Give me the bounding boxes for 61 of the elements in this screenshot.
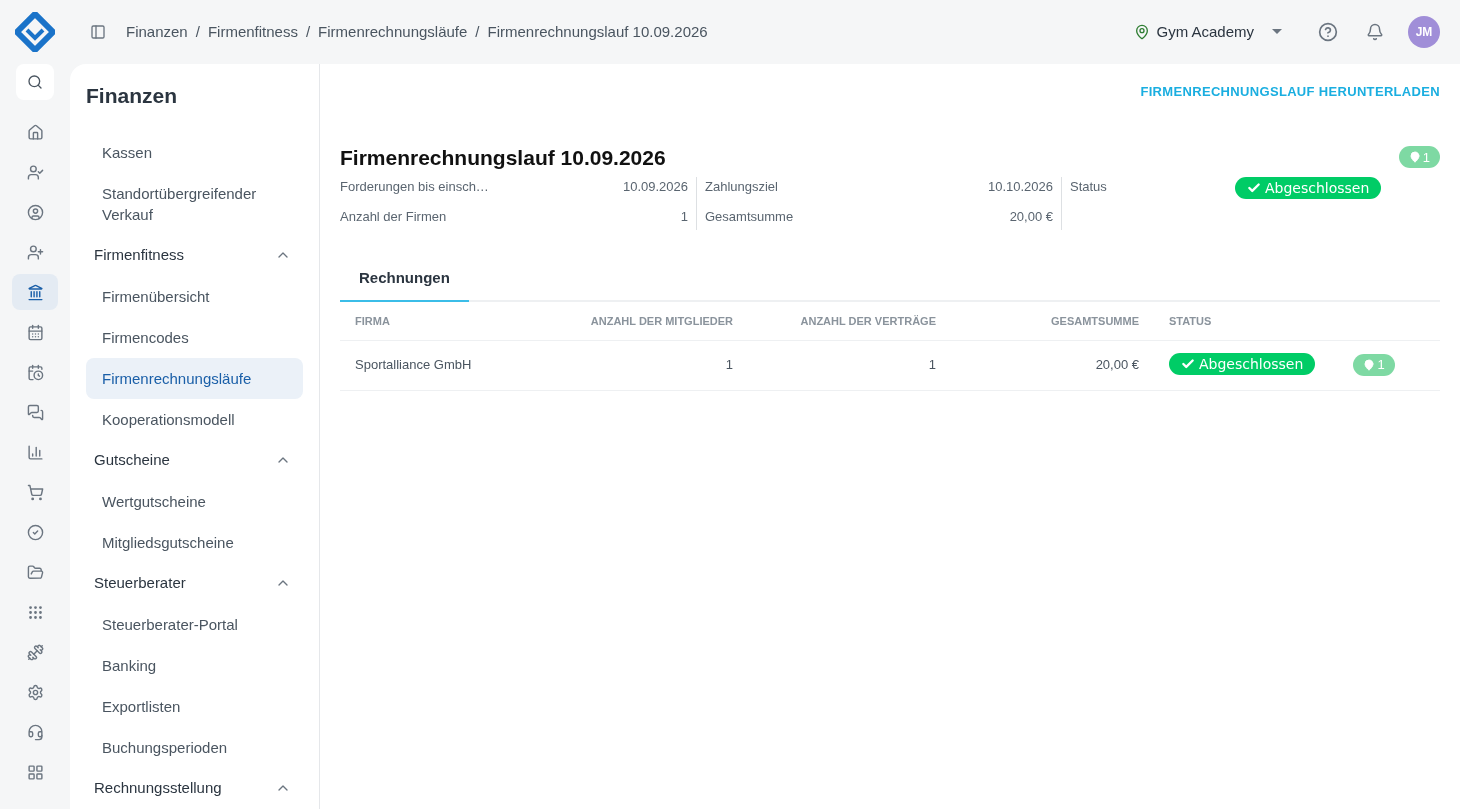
- table-cell: 1: [540, 340, 733, 390]
- column-header: STATUS: [1139, 302, 1354, 340]
- sidebar-link[interactable]: Mitgliedsgutscheine: [86, 521, 303, 563]
- status-badge: Abgeschlossen: [1169, 353, 1316, 376]
- breadcrumb-link[interactable]: Firmenfitness: [207, 20, 298, 44]
- caret-icon: [1272, 29, 1282, 35]
- detail-label: Status: [1070, 178, 1108, 196]
- detail-label: Forderungen bis einsch…: [340, 178, 489, 196]
- pin-icon: [1408, 151, 1421, 164]
- sidebar-title: Finanzen: [86, 83, 178, 109]
- breadcrumb-link[interactable]: Firmenrechnungsläufe: [318, 20, 468, 44]
- sidebar-link[interactable]: Exportlisten: [86, 685, 303, 727]
- sidebar-group-header[interactable]: Gutscheine: [86, 439, 303, 481]
- sidebar-link[interactable]: Firmenübersicht: [86, 275, 303, 317]
- location-selector[interactable]: Gym Academy: [1134, 20, 1282, 44]
- search-icon: [27, 74, 43, 90]
- breadcrumb-separator: /: [305, 21, 311, 42]
- sidebar-link[interactable]: Standortübergreifender Verkauf: [86, 172, 303, 235]
- sidebar-link[interactable]: Wertgutscheine: [86, 480, 303, 522]
- column-header: ANZAHL DER VERTRÄGE: [733, 302, 936, 340]
- sidebar-toggle-icon[interactable]: [90, 24, 106, 40]
- pin-icon: [1134, 24, 1151, 40]
- detail-value: 1: [680, 207, 688, 226]
- column-header: ANZAHL DER MITGLIEDER: [540, 302, 733, 340]
- detail-label: Gesamtsumme: [705, 207, 794, 226]
- help-icon[interactable]: [1318, 22, 1338, 42]
- detail-label: Anzahl der Firmen: [340, 207, 447, 226]
- sidebar-group-header[interactable]: Steuerberater: [86, 562, 303, 604]
- detail-value: 20,00 €: [1009, 207, 1053, 226]
- sidebar-link[interactable]: Firmenrechnungsläufe: [86, 357, 303, 399]
- pin-icon: [1363, 358, 1376, 371]
- breadcrumb-separator: /: [195, 21, 200, 42]
- status-badge: Abgeschlossen: [1235, 177, 1382, 199]
- breadcrumb-link[interactable]: Firmenrechnungslauf 10.09.2026: [487, 20, 708, 44]
- logo-icon[interactable]: [15, 12, 55, 52]
- detail-value: 10.10.2026: [987, 178, 1053, 196]
- page-title: Firmenrechnungslauf 10.09.2026: [340, 144, 666, 171]
- search-button[interactable]: [16, 64, 54, 100]
- column-header: GESAMTSUMME: [936, 302, 1139, 340]
- sidebar-link[interactable]: Kassen: [86, 131, 303, 173]
- check-icon: [1247, 181, 1261, 195]
- bank-icon[interactable]: [12, 274, 58, 310]
- sidebar-link[interactable]: Kooperationsmodell: [86, 398, 303, 440]
- location-count-badge: 1: [1398, 146, 1440, 169]
- sidebar-link[interactable]: Buchungsperioden: [86, 726, 303, 768]
- detail-label: Zahlungsziel: [705, 178, 778, 196]
- sidebar-link[interactable]: Steuerberater-Portal: [86, 603, 303, 645]
- column-header: FIRMA: [340, 302, 540, 340]
- table-cell: 20,00 €: [936, 340, 1139, 390]
- sidebar-group-header[interactable]: Firmenfitness: [86, 234, 303, 276]
- location-count-badge: 1: [1353, 353, 1395, 376]
- sidebar-link[interactable]: Banking: [86, 644, 303, 686]
- table-cell: Sportalliance GmbH: [340, 340, 540, 390]
- tab[interactable]: Rechnungen: [340, 256, 469, 302]
- sidebar-link[interactable]: Firmencodes: [86, 316, 303, 358]
- breadcrumb-separator: /: [475, 21, 480, 42]
- detail-value: 10.09.2026: [622, 178, 688, 196]
- sidebar-group-header[interactable]: Rechnungsstellung: [86, 767, 303, 809]
- breadcrumb-link[interactable]: Finanzen: [126, 20, 188, 44]
- table-cell: 1: [733, 340, 936, 390]
- notification-icon[interactable]: [1366, 23, 1384, 41]
